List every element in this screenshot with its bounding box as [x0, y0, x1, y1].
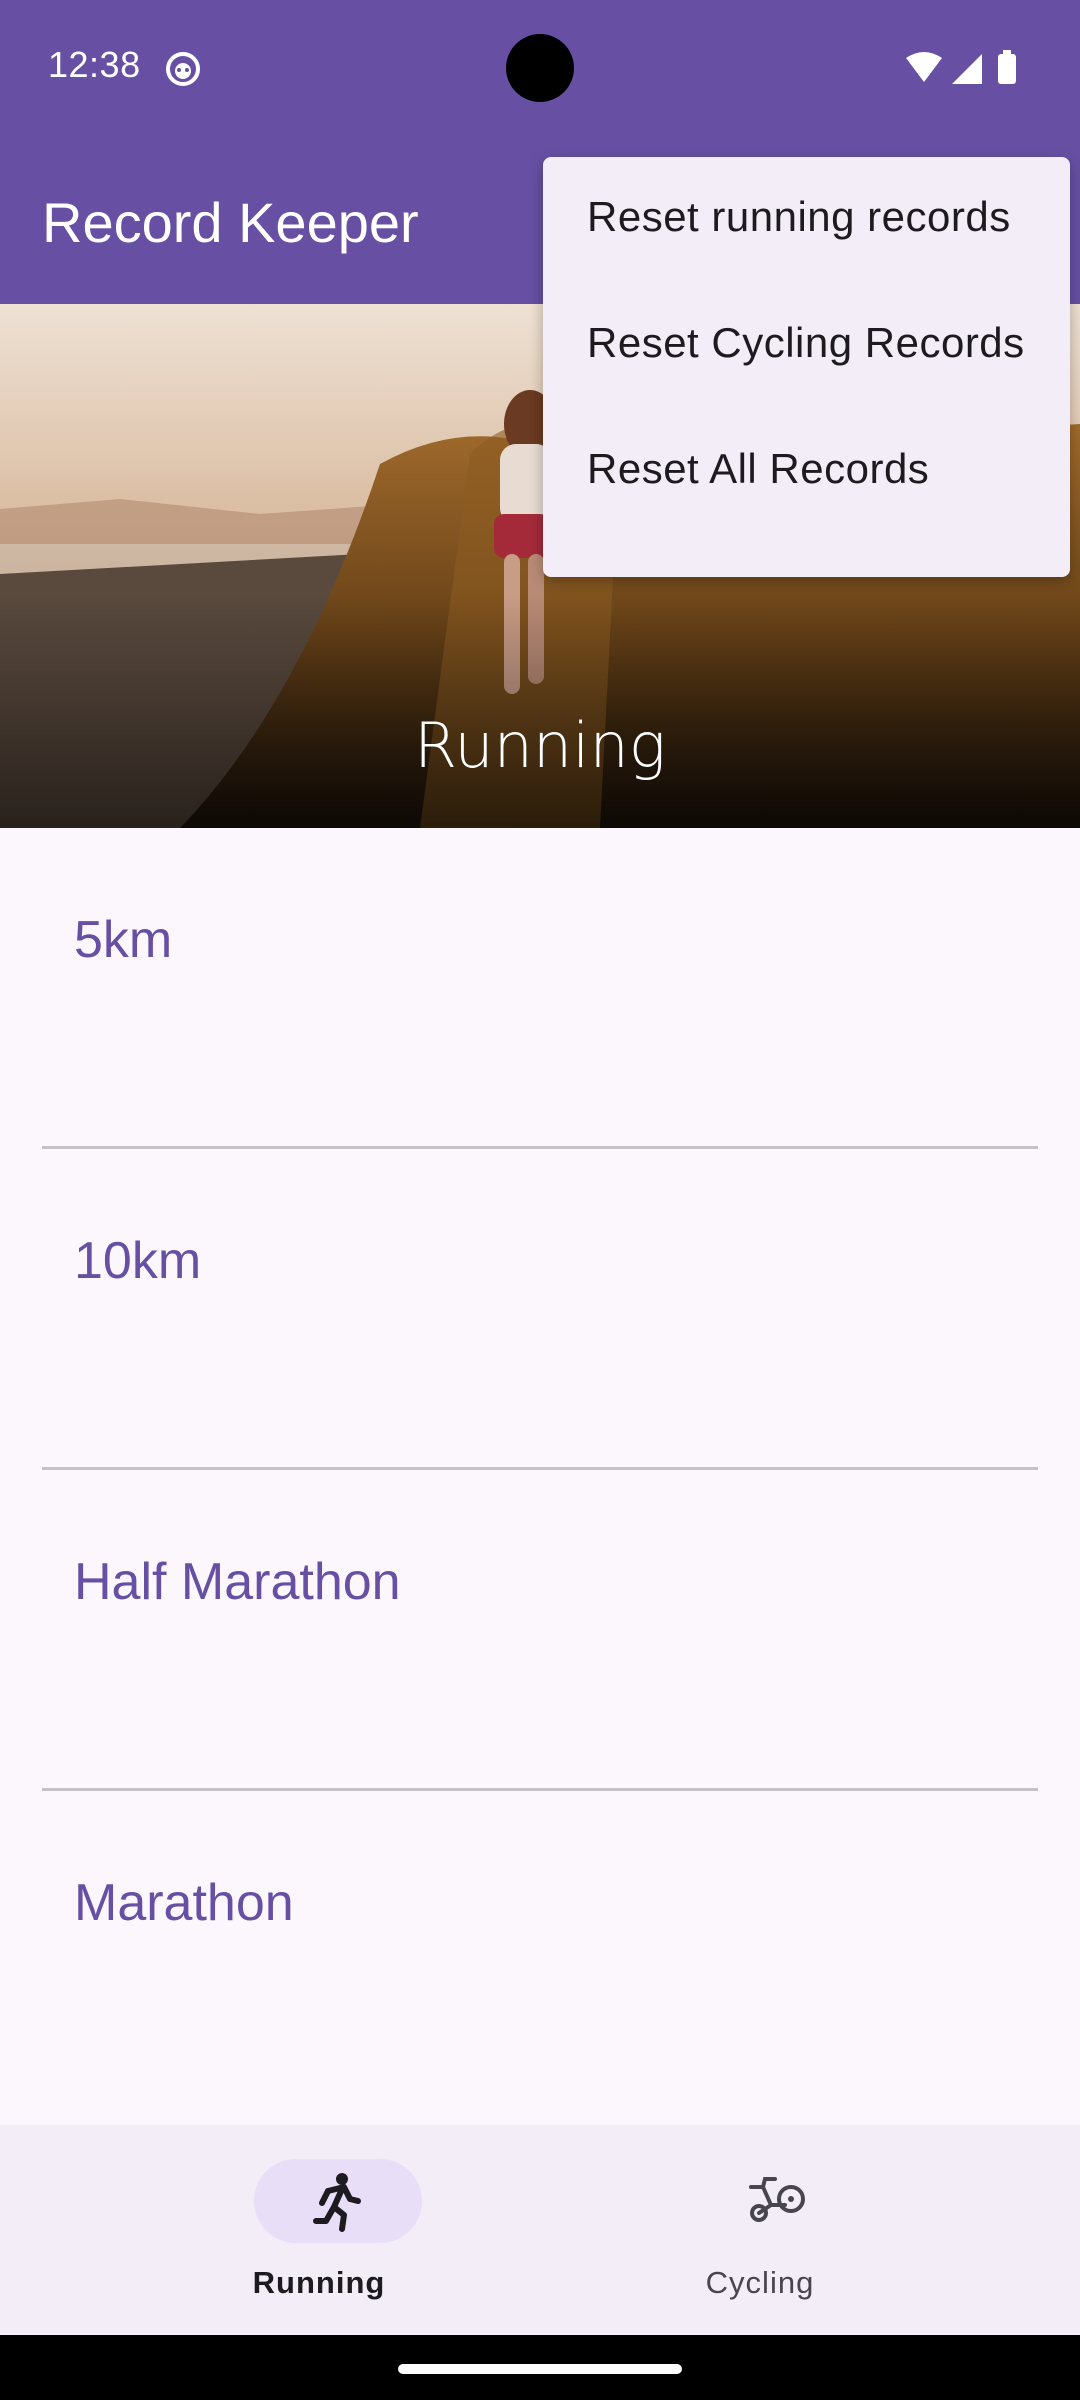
camera-cutout	[506, 34, 574, 102]
app-title: Record Keeper	[42, 191, 419, 254]
hero-title: Running	[414, 709, 666, 782]
record-label: 10km	[74, 1232, 202, 1290]
record-label: 5km	[74, 911, 173, 969]
wifi-icon	[906, 52, 942, 82]
cycling-icon	[749, 2177, 805, 2222]
nav-item-running[interactable]: Running	[169, 2125, 469, 2335]
android-face-icon	[166, 52, 200, 86]
menu-item-reset-cycling-records[interactable]: Reset Cycling Records	[543, 283, 1070, 409]
record-row-half-marathon[interactable]: Half Marathon	[42, 1470, 1038, 1791]
records-list: 5km 10km Half Marathon Marathon	[0, 828, 1080, 2125]
menu-item-label: Reset All Records	[587, 445, 930, 492]
status-icons	[906, 50, 1016, 84]
running-icon	[313, 2173, 361, 2232]
menu-item-reset-running-records[interactable]: Reset running records	[543, 157, 1070, 283]
record-label: Marathon	[74, 1874, 294, 1932]
menu-item-label: Reset Cycling Records	[587, 319, 1025, 366]
record-label: Half Marathon	[74, 1553, 401, 1611]
record-row-5km[interactable]: 5km	[42, 828, 1038, 1149]
record-row-10km[interactable]: 10km	[42, 1149, 1038, 1470]
status-time: 12:38	[48, 44, 141, 85]
bottom-navigation: Running Cycling	[0, 2125, 1080, 2335]
nav-label-cycling: Cycling	[705, 2265, 815, 2300]
signal-icon	[952, 54, 982, 84]
status-bar: 12:38	[0, 0, 1080, 134]
gesture-bar	[0, 2335, 1080, 2400]
nav-item-cycling[interactable]: Cycling	[610, 2125, 910, 2335]
battery-icon	[998, 54, 1016, 84]
record-row-marathon[interactable]: Marathon	[42, 1791, 1038, 2112]
overflow-menu: Reset running records Reset Cycling Reco…	[543, 157, 1070, 577]
home-gesture-handle[interactable]	[398, 2364, 682, 2374]
menu-item-reset-all-records[interactable]: Reset All Records	[543, 409, 1070, 535]
menu-item-label: Reset running records	[587, 193, 1011, 240]
nav-label-running: Running	[252, 2265, 386, 2300]
